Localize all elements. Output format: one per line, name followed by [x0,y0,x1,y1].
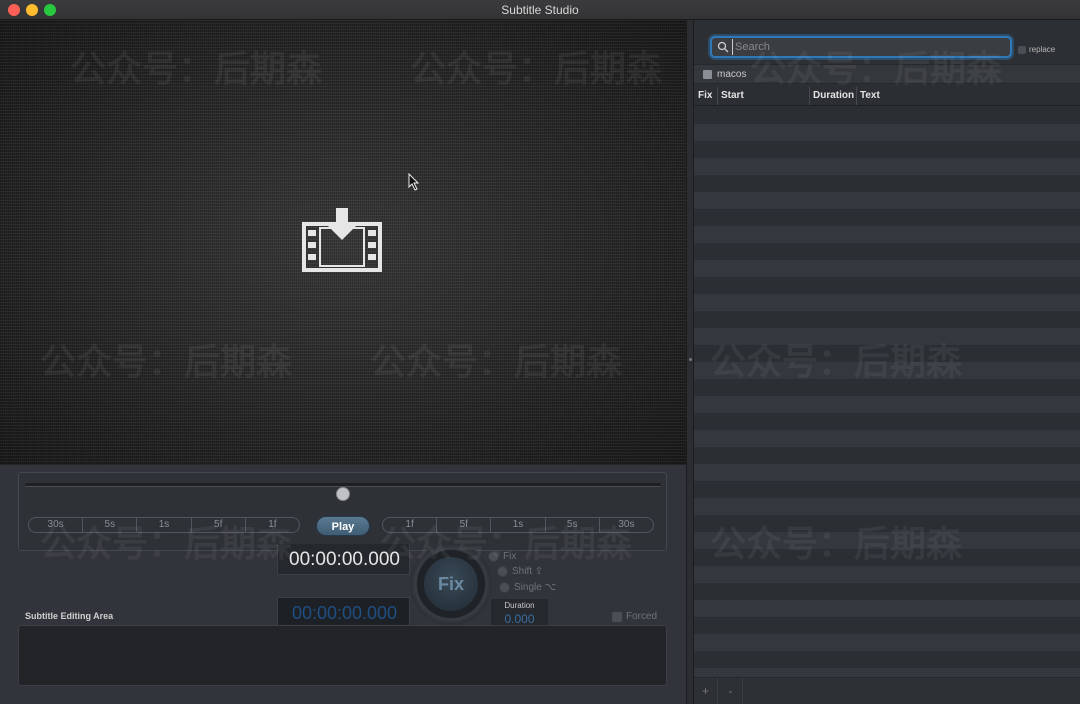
file-icon [703,70,712,79]
radio-dot [499,582,510,593]
subtitle-list-panel: replace macos Fix Start Duration Text + … [694,20,1080,704]
forced-checkbox[interactable]: Forced [612,611,657,622]
remove-subtitle-button[interactable]: - [719,678,743,704]
mode-single-radio[interactable]: Single ⌥ [499,582,556,593]
column-header-duration[interactable]: Duration [813,90,854,101]
list-bottom-bar: + - [694,677,1080,704]
table-header: Fix Start Duration Text [694,86,1080,106]
search-input[interactable] [732,39,1002,55]
video-preview[interactable] [0,20,686,465]
mode-shift-label: Shift ⇧ [512,566,544,577]
file-name: macos [717,69,747,80]
step-back-button-1[interactable]: 5s [83,518,138,532]
step-forward-button-3[interactable]: 5s [546,518,600,532]
column-separator [717,87,718,105]
mode-single-label: Single ⌥ [514,582,557,593]
transport-panel: 30s 5s 1s 5f 1f Play 1f 5f 1s 5s 30s [18,472,667,551]
duration-label: Duration [491,599,548,612]
checkbox-box [1018,45,1026,54]
checkbox-box [612,611,622,622]
start-time-value: 00:00:00.000 [291,603,398,623]
step-back-button-2[interactable]: 1s [137,518,192,532]
timeline-slider-knob[interactable] [336,487,350,501]
mode-shift-radio[interactable]: Shift ⇧ [497,566,543,577]
timecode-display: 00:00:00.000 [277,544,410,575]
radio-dot [488,551,499,562]
title-bar: Subtitle Studio [0,0,1080,20]
divider-handle[interactable] [689,358,692,361]
playback-controls: 30s 5s 1s 5f 1f Play 1f 5f 1s 5s 30s 00:00:00.00… [0,465,686,704]
fix-dial: Fix [410,543,492,625]
fix-button[interactable]: Fix [424,557,478,611]
step-back-button-0[interactable]: 30s [29,518,84,532]
step-back-segments: 30s 5s 1s 5f 1f [28,517,300,533]
step-forward-segments: 1f 5f 1s 5s 30s [382,517,654,533]
column-separator [856,87,857,105]
forced-label: Forced [626,611,658,622]
step-forward-button-4[interactable]: 30s [600,518,653,532]
column-header-text[interactable]: Text [860,90,880,101]
replace-checkbox[interactable]: replace [1018,45,1055,54]
start-time-field[interactable]: 00:00:00.000 [277,597,410,628]
subtitle-table-body[interactable] [694,107,1080,677]
mode-fix-radio[interactable]: Fix [488,551,516,562]
current-timecode: 00:00:00.000 [289,549,400,570]
import-video-icon[interactable] [302,206,382,272]
duration-field[interactable]: 0.000 [491,612,548,626]
timeline-slider[interactable] [25,483,661,501]
split-view-divider[interactable] [686,20,694,704]
window-title: Subtitle Studio [501,3,579,17]
column-header-fix[interactable]: Fix [698,90,712,101]
search-box[interactable] [710,36,1012,58]
step-forward-button-0[interactable]: 1f [383,518,438,532]
radio-dot [497,566,508,577]
column-separator [809,87,810,105]
add-subtitle-button[interactable]: + [694,678,718,704]
replace-label: replace [1029,45,1056,54]
subtitle-editing-area-label: Subtitle Editing Area [25,611,114,621]
step-forward-button-1[interactable]: 5f [437,518,492,532]
step-forward-button-2[interactable]: 1s [491,518,546,532]
step-back-button-3[interactable]: 5f [192,518,246,532]
step-back-button-4[interactable]: 1f [246,518,299,532]
subtitle-file-row[interactable]: macos [694,64,1080,84]
mode-fix-label: Fix [503,551,517,562]
column-header-start[interactable]: Start [721,90,744,101]
app-window: Subtitle Studio 30s 5s 1s 5f 1f Play 1f 5f [0,0,1080,704]
search-icon [717,41,729,53]
subtitle-text-editor[interactable] [18,625,667,686]
mouse-cursor-icon [408,173,420,191]
play-button[interactable]: Play [316,516,370,536]
